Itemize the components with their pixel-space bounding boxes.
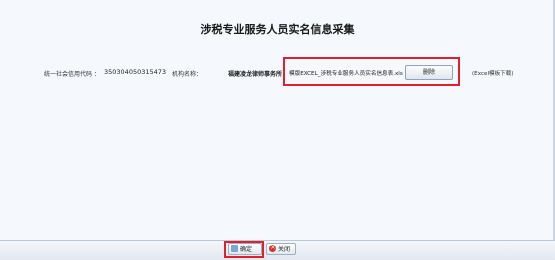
confirm-label: 确定 — [240, 246, 253, 253]
delete-button[interactable]: 删除 — [405, 65, 453, 80]
excel-template-download-link[interactable]: (Excel模板下载) — [472, 69, 514, 77]
close-icon — [269, 243, 276, 252]
uscc-label: 统一社会信用代码 ： — [44, 71, 100, 78]
uscc-value: 350304050315473 — [104, 68, 167, 76]
close-button[interactable]: 关闭 — [266, 243, 296, 255]
org-name-label: 机构名称： — [172, 71, 203, 78]
main-panel: 涉税专业服务人员实名信息采集 统一社会信用代码 ： 35030405031547… — [0, 0, 555, 240]
uploaded-file-name: 模版EXCEL_涉税专业服务人员实名信息表.xls — [289, 71, 403, 77]
close-label: 关闭 — [278, 246, 291, 253]
confirm-button[interactable]: 确定 — [228, 243, 262, 255]
page-title: 涉税专业服务人员实名信息采集 — [200, 23, 355, 36]
confirm-icon — [231, 245, 238, 252]
uploaded-file-box: 模版EXCEL_涉税专业服务人员实名信息表.xls 删除 — [283, 57, 460, 86]
footer-toolbar: 确定 关闭 — [0, 240, 555, 260]
org-name-value: 福建凌龙律师事务所 — [228, 71, 283, 78]
